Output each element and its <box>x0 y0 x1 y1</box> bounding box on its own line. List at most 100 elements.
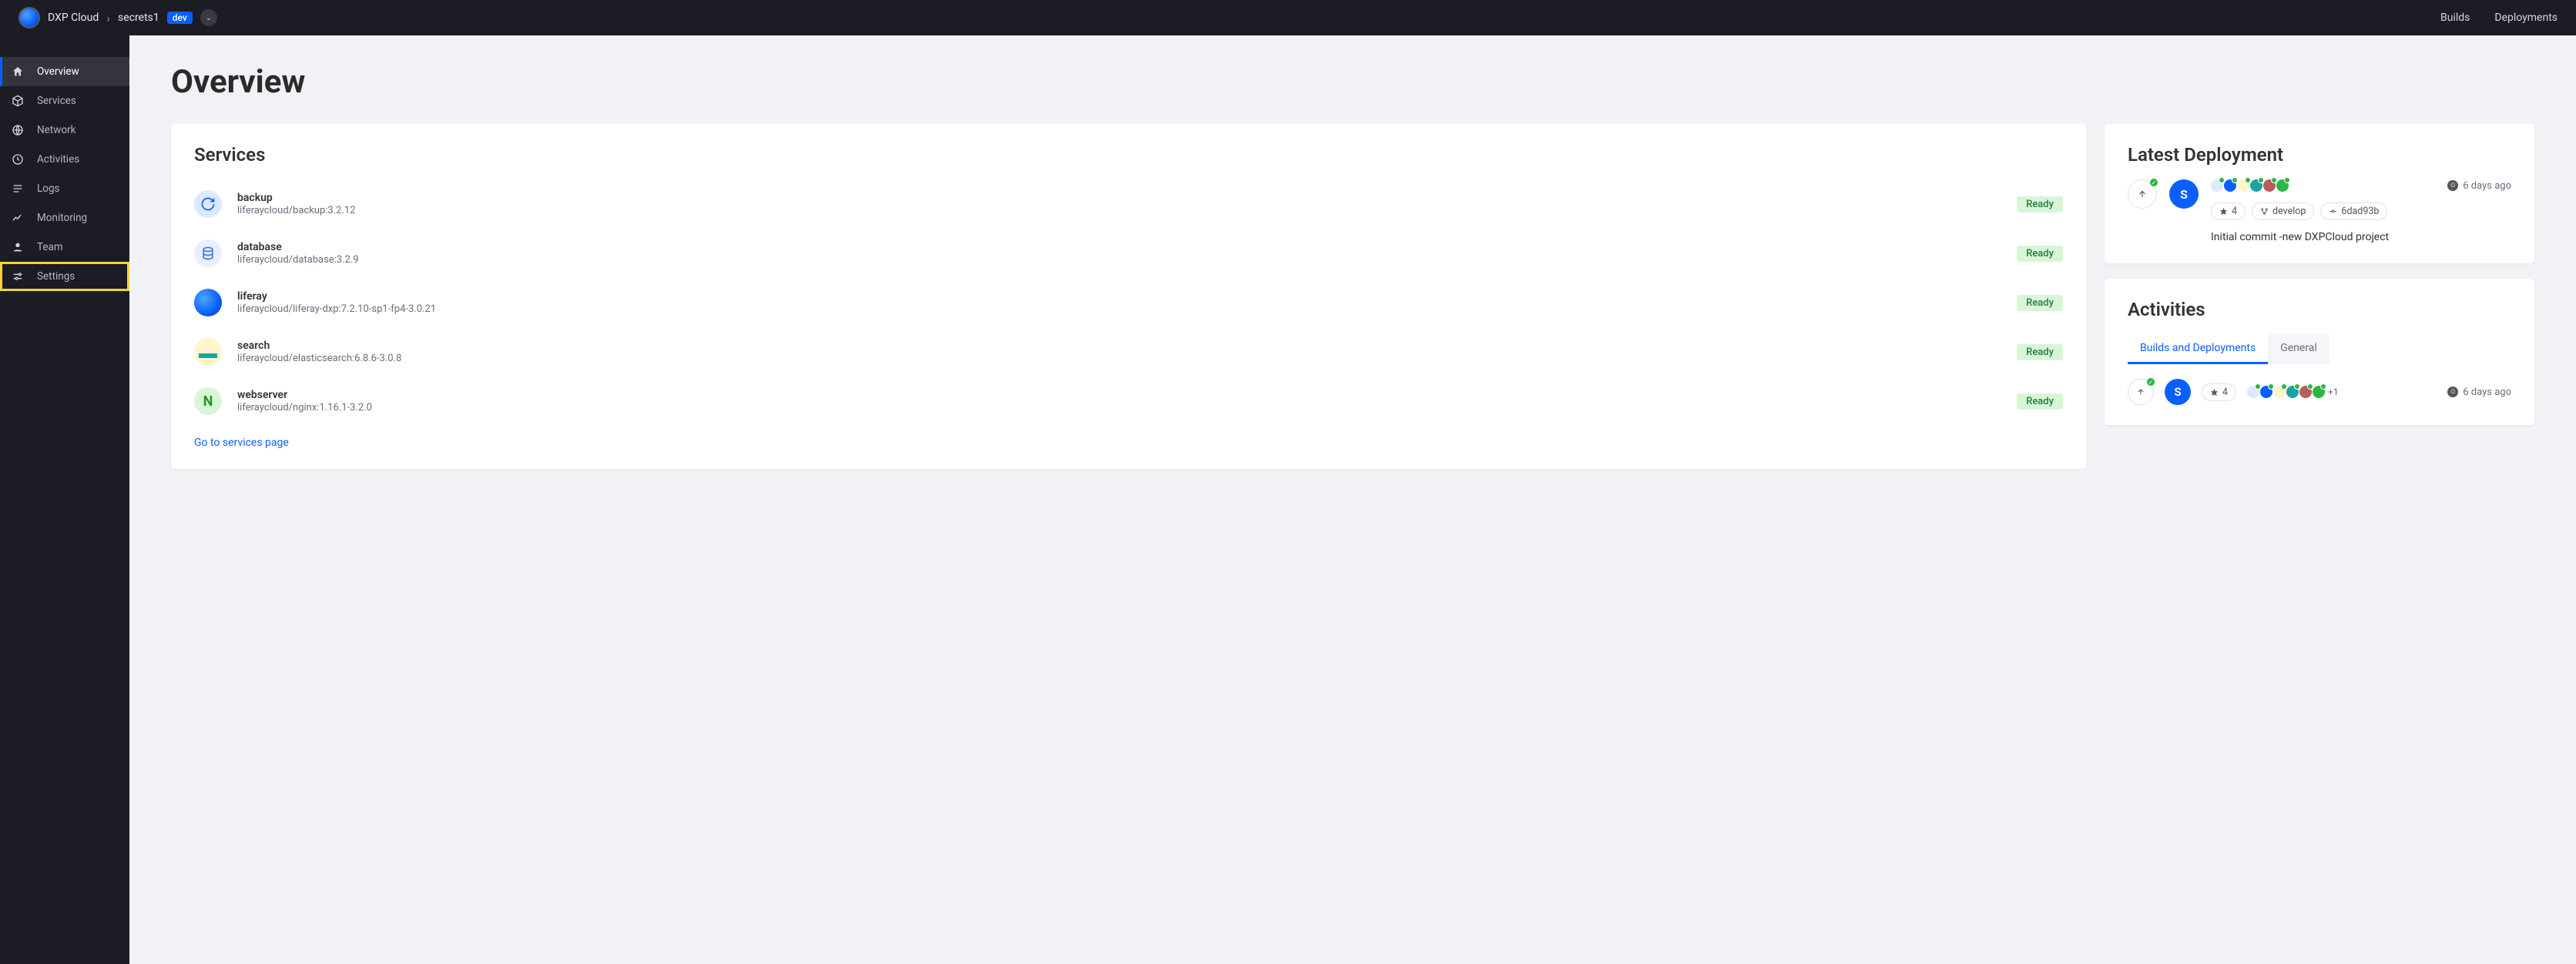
sidebar: Overview Services Network Activities Log… <box>0 35 129 964</box>
backup-icon <box>194 190 222 218</box>
env-dropdown-button[interactable]: ⌄ <box>200 9 217 26</box>
mini-misc-icon <box>2263 179 2276 192</box>
sidebar-item-team[interactable]: Team <box>0 233 129 262</box>
crumb-sep-icon: › <box>106 11 110 25</box>
mini-backup-icon <box>2247 386 2259 398</box>
sidebar-item-label: Settings <box>37 270 75 283</box>
service-row-backup[interactable]: backup liferaycloud/backup:3.2.12 Ready <box>194 179 2063 229</box>
sidebar-item-network[interactable]: Network <box>0 115 129 145</box>
header-links: Builds Deployments <box>2440 12 2558 24</box>
status-badge: Ready <box>2017 344 2063 360</box>
mini-liferay-icon <box>2260 386 2272 398</box>
build-pill[interactable]: 4 <box>2211 203 2246 220</box>
status-badge: Ready <box>2017 393 2063 410</box>
mini-db-icon <box>2286 386 2299 398</box>
activity-mini-icons: +1 <box>2247 386 2339 398</box>
service-name: webserver <box>237 389 2001 401</box>
builds-link[interactable]: Builds <box>2440 12 2470 24</box>
breadcrumb: DXP Cloud › secrets1 dev ⌄ <box>18 7 217 28</box>
service-row-search[interactable]: search liferaycloud/elasticsearch:6.8.6-… <box>194 327 2063 377</box>
nginx-icon: N <box>194 387 222 415</box>
status-badge: Ready <box>2017 246 2063 262</box>
service-row-webserver[interactable]: N webserver liferaycloud/nginx:1.16.1-3.… <box>194 377 2063 426</box>
page-title: Overview <box>171 63 2534 101</box>
go-to-services-link[interactable]: Go to services page <box>194 437 289 449</box>
pin-icon <box>2219 207 2228 216</box>
tab-builds-deployments[interactable]: Builds and Deployments <box>2128 334 2268 364</box>
chart-icon <box>11 211 25 225</box>
mini-liferay-icon <box>2224 179 2236 192</box>
clock-icon: ⏲ <box>2447 180 2458 191</box>
top-header: DXP Cloud › secrets1 dev ⌄ Builds Deploy… <box>0 0 2576 35</box>
clock-icon: ⏲ <box>2447 387 2458 397</box>
extra-count: +1 <box>2328 387 2339 397</box>
services-card: Services backup liferaycloud/backup:3.2.… <box>171 124 2086 469</box>
activity-time: ⏲ 6 days ago <box>2447 387 2511 398</box>
check-icon: ✓ <box>2145 377 2156 387</box>
globe-icon <box>11 123 25 137</box>
activity-status-icon: ✓ <box>2128 379 2154 405</box>
sidebar-item-label: Activities <box>37 153 79 166</box>
service-version: liferaycloud/liferay-dxp:7.2.10-sp1-fp4-… <box>237 303 2001 315</box>
sidebar-item-label: Network <box>37 124 75 136</box>
commit-message: Initial commit -new DXPCloud project <box>2211 231 2511 243</box>
sidebar-item-label: Logs <box>37 182 60 195</box>
product-logo[interactable] <box>18 7 40 28</box>
mini-backup-icon <box>2211 179 2223 192</box>
search-service-icon <box>194 338 222 366</box>
sidebar-item-services[interactable]: Services <box>0 86 129 115</box>
branch-pill[interactable]: develop <box>2252 203 2314 220</box>
activity-build-pill[interactable]: 4 <box>2202 383 2236 401</box>
main-content: Overview Services backup liferaycloud/ba… <box>129 35 2576 964</box>
commit-pill[interactable]: 6dad93b <box>2320 203 2387 220</box>
sidebar-item-label: Team <box>37 241 63 253</box>
deploy-status-icon: ✓ <box>2128 179 2157 209</box>
deployment-time: ⏲ 6 days ago <box>2447 180 2511 192</box>
mini-nginx-icon <box>2313 386 2325 398</box>
latest-deployment-card: Latest Deployment ✓ S <box>2105 124 2534 263</box>
mini-db-icon <box>2250 179 2262 192</box>
activity-row[interactable]: ✓ S 4 +1 <box>2128 379 2511 405</box>
branch-icon <box>2260 207 2269 216</box>
deployments-link[interactable]: Deployments <box>2494 12 2558 24</box>
sidebar-item-logs[interactable]: Logs <box>0 174 129 203</box>
service-row-liferay[interactable]: liferay liferaycloud/liferay-dxp:7.2.10-… <box>194 278 2063 327</box>
liferay-icon <box>194 289 222 316</box>
crumb-project[interactable]: secrets1 <box>118 12 159 24</box>
sidebar-item-settings[interactable]: Settings <box>0 262 129 291</box>
mini-search-icon <box>2237 179 2249 192</box>
clock-icon <box>11 152 25 166</box>
crumb-product[interactable]: DXP Cloud <box>48 12 99 24</box>
service-row-database[interactable]: database liferaycloud/database:3.2.9 Rea… <box>194 229 2063 278</box>
service-name: backup <box>237 192 2001 204</box>
sidebar-item-label: Overview <box>37 65 79 78</box>
service-mini-icons <box>2211 179 2289 192</box>
database-icon <box>194 239 222 267</box>
upload-icon <box>2137 189 2148 199</box>
latest-deployment-title: Latest Deployment <box>2128 144 2511 166</box>
tab-general[interactable]: General <box>2268 334 2329 364</box>
home-icon <box>11 65 25 79</box>
service-version: liferaycloud/elasticsearch:6.8.6-3.0.8 <box>237 353 2001 364</box>
sidebar-item-monitoring[interactable]: Monitoring <box>0 203 129 233</box>
activities-title: Activities <box>2128 299 2511 320</box>
service-name: liferay <box>237 290 2001 303</box>
status-badge: Ready <box>2017 295 2063 311</box>
service-name: search <box>237 340 2001 352</box>
list-icon <box>11 182 25 196</box>
upload-icon <box>2136 387 2145 397</box>
user-avatar: S <box>2165 379 2191 405</box>
services-card-title: Services <box>194 144 2063 166</box>
service-version: liferaycloud/backup:3.2.12 <box>237 205 2001 216</box>
activities-card: Activities Builds and Deployments Genera… <box>2105 279 2534 425</box>
service-version: liferaycloud/database:3.2.9 <box>237 254 2001 266</box>
person-icon <box>11 240 25 254</box>
mini-nginx-icon <box>2276 179 2289 192</box>
user-avatar: S <box>2169 179 2199 209</box>
sidebar-item-activities[interactable]: Activities <box>0 145 129 174</box>
pin-icon <box>2210 388 2219 397</box>
check-icon: ✓ <box>2148 177 2159 188</box>
sidebar-item-overview[interactable]: Overview <box>0 57 129 86</box>
mini-search-icon <box>2273 386 2286 398</box>
activities-tabs: Builds and Deployments General <box>2128 334 2511 365</box>
